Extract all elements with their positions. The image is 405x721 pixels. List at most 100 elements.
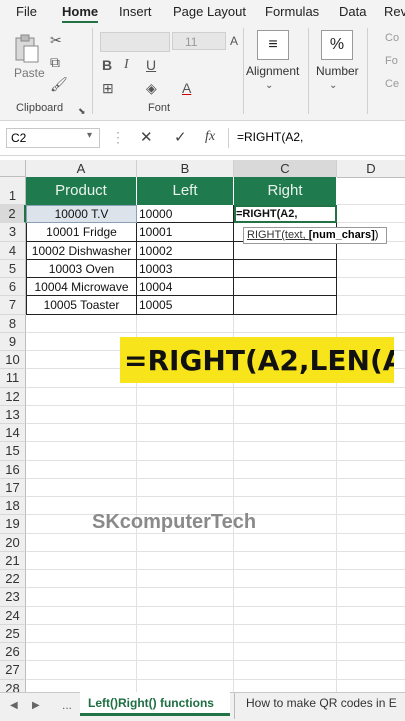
row-header[interactable]: 23: [0, 588, 26, 607]
conditional-formatting-label[interactable]: Co: [385, 32, 399, 44]
fill-color-icon[interactable]: ◈: [146, 80, 157, 96]
font-color-icon[interactable]: A: [182, 80, 191, 96]
row-header[interactable]: 26: [0, 643, 26, 662]
formula-input[interactable]: =RIGHT(A2,: [228, 128, 405, 148]
cell-left[interactable]: 10001: [137, 223, 234, 242]
tooltip-function[interactable]: RIGHT(text,: [247, 229, 309, 241]
alignment-chevron-down-icon[interactable]: ⌄: [265, 78, 273, 94]
cell-styles-label[interactable]: Ce: [385, 78, 399, 90]
cell-right[interactable]: [234, 278, 337, 297]
row-header[interactable]: 3: [0, 223, 26, 242]
cut-icon[interactable]: ✂: [50, 32, 62, 48]
cell-right[interactable]: [234, 296, 337, 315]
row-header[interactable]: 27: [0, 661, 26, 680]
row-header[interactable]: 14: [0, 424, 26, 443]
row-header[interactable]: 7: [0, 296, 26, 315]
tab-formulas[interactable]: Formulas: [265, 4, 319, 19]
row-header[interactable]: 9: [0, 332, 26, 351]
row-header[interactable]: 8: [0, 314, 26, 333]
tab-review[interactable]: Revi: [384, 4, 405, 19]
table-header-right[interactable]: Right: [234, 177, 337, 205]
row-header[interactable]: 16: [0, 460, 26, 479]
cell-product[interactable]: 10005 Toaster: [26, 296, 137, 315]
cell-right[interactable]: [234, 241, 337, 260]
row-header[interactable]: 11: [0, 369, 26, 388]
cell-left[interactable]: 10004: [137, 278, 234, 297]
cell-right[interactable]: [234, 259, 337, 278]
row-header[interactable]: 2: [0, 205, 26, 224]
gridline: [26, 331, 405, 333]
row-header[interactable]: 20: [0, 533, 26, 552]
paste-label: Paste: [14, 66, 45, 80]
borders-icon[interactable]: ⊞: [102, 80, 114, 96]
alignment-label[interactable]: Alignment: [246, 64, 299, 78]
sheet-tab-active[interactable]: Left()Right() functions: [80, 692, 230, 716]
enter-icon[interactable]: ✓: [174, 128, 187, 146]
table-header-left[interactable]: Left: [137, 177, 234, 205]
cell-product[interactable]: 10000 T.V: [26, 205, 137, 224]
ribbon-tabs: File Home Insert Page Layout Formulas Da…: [0, 0, 405, 24]
number-label[interactable]: Number: [316, 64, 359, 78]
font-size-dropdown[interactable]: 11: [172, 32, 226, 50]
dialog-launcher-icon[interactable]: ⬊: [78, 103, 86, 119]
row-header[interactable]: 12: [0, 387, 26, 406]
row-header[interactable]: 4: [0, 241, 26, 260]
tab-home[interactable]: Home: [62, 4, 99, 23]
tab-file[interactable]: File: [16, 4, 37, 19]
row-header[interactable]: 17: [0, 478, 26, 497]
watermark: SKcomputerTech: [92, 511, 257, 533]
next-sheet-icon[interactable]: ▶: [32, 700, 40, 711]
name-box[interactable]: C2 ▾: [6, 128, 100, 148]
prev-sheet-icon[interactable]: ◀: [10, 700, 18, 711]
cell-product[interactable]: 10003 Oven: [26, 259, 137, 278]
cell-left[interactable]: 10002: [137, 241, 234, 260]
cell-left[interactable]: 10005: [137, 296, 234, 315]
row-header[interactable]: 5: [0, 259, 26, 278]
row-header[interactable]: 19: [0, 515, 26, 534]
cell-left[interactable]: 10003: [137, 259, 234, 278]
select-all-corner[interactable]: [0, 160, 26, 177]
cell-product[interactable]: 10004 Microwave: [26, 278, 137, 297]
row-header[interactable]: 10: [0, 351, 26, 370]
number-format-icon[interactable]: %: [321, 30, 353, 60]
gridline: [26, 587, 405, 589]
paste-button[interactable]: [12, 34, 40, 64]
tab-insert[interactable]: Insert: [119, 4, 152, 19]
cell-left[interactable]: 10000: [137, 205, 234, 224]
increase-font-icon[interactable]: A: [230, 33, 238, 49]
insert-function-icon[interactable]: fx: [205, 129, 215, 145]
tab-data[interactable]: Data: [339, 4, 366, 19]
gridline: [26, 386, 405, 388]
row-header[interactable]: 24: [0, 606, 26, 625]
row-header[interactable]: 22: [0, 570, 26, 589]
row-header[interactable]: 1: [0, 177, 26, 205]
font-name-dropdown[interactable]: [100, 32, 170, 52]
tab-page-layout[interactable]: Page Layout: [173, 4, 246, 19]
table-header-product[interactable]: Product: [26, 177, 137, 205]
row-header[interactable]: 15: [0, 442, 26, 461]
column-header-b[interactable]: B: [137, 160, 234, 178]
row-header[interactable]: 6: [0, 278, 26, 297]
number-chevron-down-icon[interactable]: ⌄: [329, 78, 337, 94]
underline-icon[interactable]: U: [146, 57, 156, 73]
column-header-d[interactable]: D: [337, 160, 405, 178]
row-header[interactable]: 21: [0, 551, 26, 570]
copy-icon[interactable]: ⧉: [50, 54, 60, 70]
row-header[interactable]: 13: [0, 405, 26, 424]
format-as-table-label[interactable]: Fo: [385, 55, 398, 67]
format-painter-icon[interactable]: 🖌: [50, 76, 68, 92]
more-sheets-icon[interactable]: ...: [62, 698, 72, 712]
cell-right[interactable]: =RIGHT(A2,: [234, 205, 337, 224]
bold-icon[interactable]: B: [102, 57, 112, 73]
column-header-a[interactable]: A: [26, 160, 137, 178]
row-header[interactable]: 25: [0, 624, 26, 643]
cell-product[interactable]: 10001 Fridge: [26, 223, 137, 242]
row-header[interactable]: 18: [0, 497, 26, 516]
sheet-tab-other[interactable]: How to make QR codes in E: [240, 692, 405, 716]
tooltip-argument: [num_chars]: [308, 229, 375, 241]
cell-product[interactable]: 10002 Dishwasher: [26, 241, 137, 260]
cancel-icon[interactable]: ✕: [140, 128, 153, 146]
alignment-icon[interactable]: ≡: [257, 30, 289, 60]
gridline: [26, 660, 405, 662]
italic-icon[interactable]: I: [124, 57, 129, 73]
